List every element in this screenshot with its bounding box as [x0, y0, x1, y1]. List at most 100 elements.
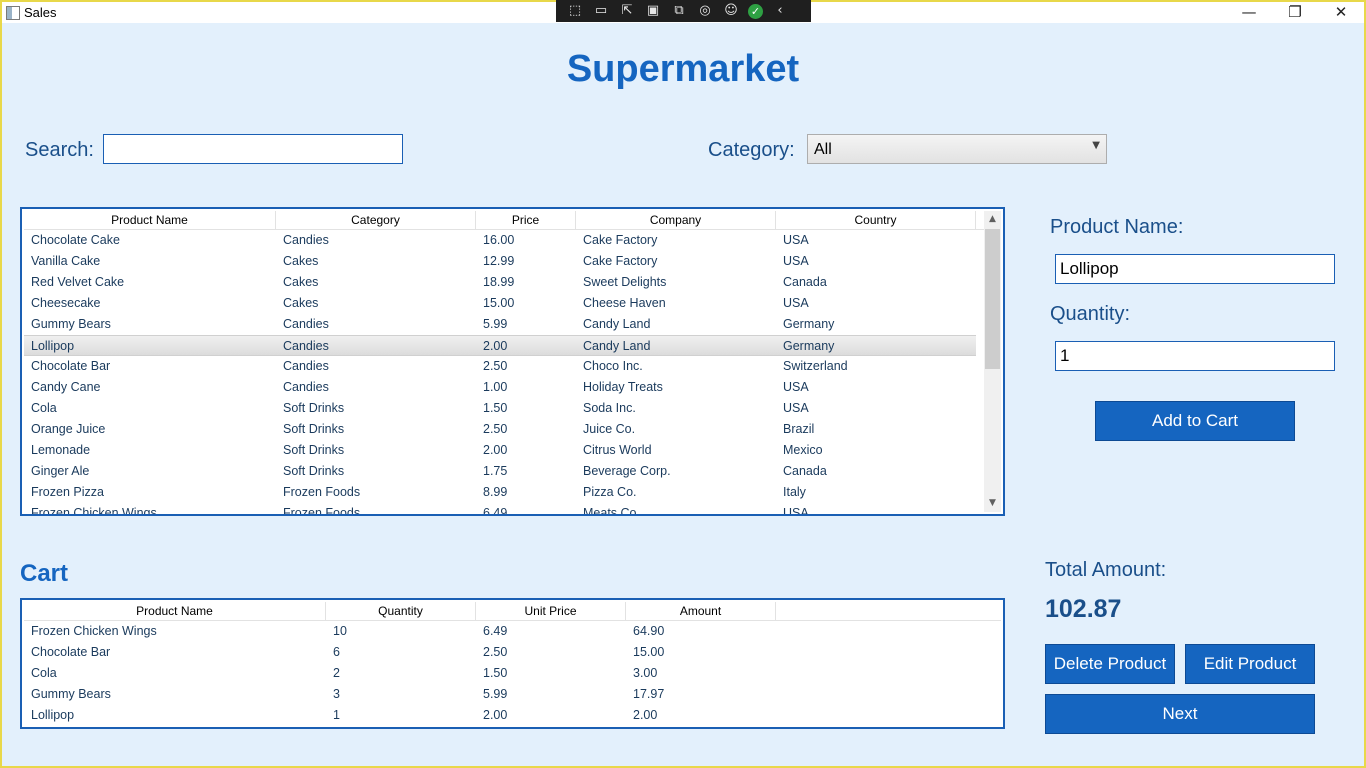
quantity-input[interactable]: [1055, 341, 1335, 371]
table-row[interactable]: Red Velvet Cake Cakes 18.99 Sweet Delights C…: [24, 272, 976, 293]
table-cell: Meats Co.: [583, 506, 640, 516]
chevron-down-icon: ▼: [1092, 140, 1100, 151]
table-cell: Gummy Bears: [31, 687, 111, 701]
column-header[interactable]: Product Name: [24, 602, 326, 620]
column-header[interactable]: Country: [776, 211, 976, 229]
category-select[interactable]: All ▼: [807, 134, 1107, 164]
table-cell: 15.00: [633, 645, 665, 659]
table-cell: Germany: [783, 339, 835, 353]
product-name-input[interactable]: [1055, 254, 1335, 284]
table-row[interactable]: Chocolate Bar 6 2.50 15.00: [24, 642, 776, 663]
table-row[interactable]: Cola Soft Drinks 1.50 Soda Inc. USA: [24, 398, 976, 419]
table-cell: 2.50: [483, 422, 508, 436]
collapse-icon[interactable]: ‹: [771, 3, 789, 19]
total-amount-value: 102.87: [1045, 595, 1122, 623]
table-cell: 12.99: [483, 254, 515, 268]
minimize-button[interactable]: —: [1226, 2, 1272, 23]
table-cell: Chocolate Cake: [31, 233, 120, 247]
toolbar-accessibility-icon[interactable]: ☺: [722, 3, 740, 19]
table-row[interactable]: Vanilla Cake Cakes 12.99 Cake Factory USA: [24, 251, 976, 272]
table-cell: Candy Land: [583, 317, 651, 331]
column-header[interactable]: Category: [276, 211, 476, 229]
add-to-cart-button[interactable]: Add to Cart: [1095, 401, 1295, 441]
table-cell: 18.99: [483, 275, 515, 289]
table-cell: Cakes: [283, 296, 319, 310]
cart-grid[interactable]: Product Name Quantity Unit Price Amount Fro…: [20, 598, 1005, 729]
table-cell: Frozen Chicken Wings: [31, 624, 157, 638]
table-row[interactable]: Lollipop 1 2.00 2.00: [24, 705, 776, 726]
table-cell: Candy Land: [583, 339, 651, 353]
table-cell: Red Velvet Cake: [31, 275, 125, 289]
column-header[interactable]: Product Name: [24, 211, 276, 229]
app-icon: [6, 6, 20, 20]
toolbar-select-icon[interactable]: ⬚: [566, 3, 584, 19]
search-input[interactable]: [103, 134, 403, 164]
table-cell: 2: [333, 666, 340, 680]
toolbar-inspect-icon[interactable]: ⧉: [670, 3, 688, 19]
table-cell: Soft Drinks: [283, 443, 345, 457]
table-row[interactable]: Candy Cane Candies 1.00 Holiday Treats USA: [24, 377, 976, 398]
table-cell: Gummy Bears: [31, 317, 111, 331]
column-header[interactable]: Price: [476, 211, 576, 229]
toolbar-frame-icon[interactable]: ▣: [644, 3, 662, 19]
table-row[interactable]: Ginger Ale Soft Drinks 1.75 Beverage Corp. C…: [24, 461, 976, 482]
table-row[interactable]: Cheesecake Cakes 15.00 Cheese Haven USA: [24, 293, 976, 314]
table-cell: Vanilla Cake: [31, 254, 101, 268]
products-grid-header: Product Name Category Price Company Country: [24, 211, 986, 230]
table-cell: 1: [333, 708, 340, 722]
table-cell: Lemonade: [31, 443, 91, 457]
table-row[interactable]: Orange Juice Soft Drinks 2.50 Juice Co. Braz…: [24, 419, 976, 440]
column-header[interactable]: Amount: [626, 602, 776, 620]
table-row[interactable]: Frozen Chicken Wings 10 6.49 64.90: [24, 621, 776, 642]
column-header[interactable]: Unit Price: [476, 602, 626, 620]
toolbar-video-icon[interactable]: ▭: [592, 3, 610, 19]
table-cell: Canada: [783, 275, 827, 289]
check-icon[interactable]: ✓: [748, 3, 763, 19]
table-cell: 8.99: [483, 485, 508, 499]
table-cell: Soft Drinks: [283, 422, 345, 436]
table-cell: Lollipop: [31, 708, 75, 722]
table-cell: 2.00: [483, 443, 508, 457]
cart-title: Cart: [20, 560, 69, 587]
table-row[interactable]: Gummy Bears 3 5.99 17.97: [24, 684, 776, 705]
table-cell: Soda Inc.: [583, 401, 636, 415]
table-row[interactable]: Frozen Chicken Wings Frozen Foods 6.49 Meat…: [24, 503, 976, 516]
close-button[interactable]: ✕: [1318, 2, 1364, 23]
table-row[interactable]: Lollipop Candies 2.00 Candy Land Germany: [24, 335, 976, 356]
table-cell: 2.00: [633, 708, 658, 722]
products-grid[interactable]: Product Name Category Price Company Country …: [20, 207, 1005, 516]
total-amount-label: Total Amount:: [1045, 559, 1167, 581]
table-cell: 1.50: [483, 401, 508, 415]
column-header[interactable]: Quantity: [326, 602, 476, 620]
table-row[interactable]: Chocolate Cake Candies 16.00 Cake Factory US…: [24, 230, 976, 251]
restore-button[interactable]: ❐: [1272, 2, 1318, 23]
table-cell: USA: [783, 401, 809, 415]
scroll-down-icon[interactable]: ▼: [984, 495, 1001, 512]
edit-product-button[interactable]: Edit Product: [1185, 644, 1315, 684]
table-cell: 3.00: [633, 666, 658, 680]
table-row[interactable]: Frozen Pizza Frozen Foods 8.99 Pizza Co. Ita…: [24, 482, 976, 503]
toolbar-hot-reload-icon[interactable]: ◎: [696, 3, 714, 19]
category-selected-value: All: [814, 141, 832, 158]
scroll-thumb[interactable]: [985, 229, 1000, 369]
delete-product-button[interactable]: Delete Product: [1045, 644, 1175, 684]
table-cell: Candies: [283, 380, 329, 394]
next-button[interactable]: Next: [1045, 694, 1315, 734]
table-cell: Chocolate Bar: [31, 645, 111, 659]
table-cell: Canada: [783, 464, 827, 478]
toolbar-pointer-icon[interactable]: ⇱: [618, 3, 636, 19]
scroll-up-icon[interactable]: ▲: [984, 211, 1001, 228]
table-row[interactable]: Chocolate Bar Candies 2.50 Choco Inc. Switze…: [24, 356, 976, 377]
table-cell: Orange Juice: [31, 422, 106, 436]
table-cell: Mexico: [783, 443, 823, 457]
table-row[interactable]: Lemonade Soft Drinks 2.00 Citrus World Mexic…: [24, 440, 976, 461]
table-row[interactable]: Cola 2 1.50 3.00: [24, 663, 776, 684]
table-cell: Choco Inc.: [583, 359, 643, 373]
search-label: Search:: [25, 139, 94, 161]
column-header[interactable]: Company: [576, 211, 776, 229]
products-scrollbar[interactable]: ▲ ▼: [984, 211, 1001, 512]
table-cell: Citrus World: [583, 443, 652, 457]
table-row[interactable]: Gummy Bears Candies 5.99 Candy Land Germany: [24, 314, 976, 335]
table-cell: Holiday Treats: [583, 380, 663, 394]
table-cell: 6: [333, 645, 340, 659]
